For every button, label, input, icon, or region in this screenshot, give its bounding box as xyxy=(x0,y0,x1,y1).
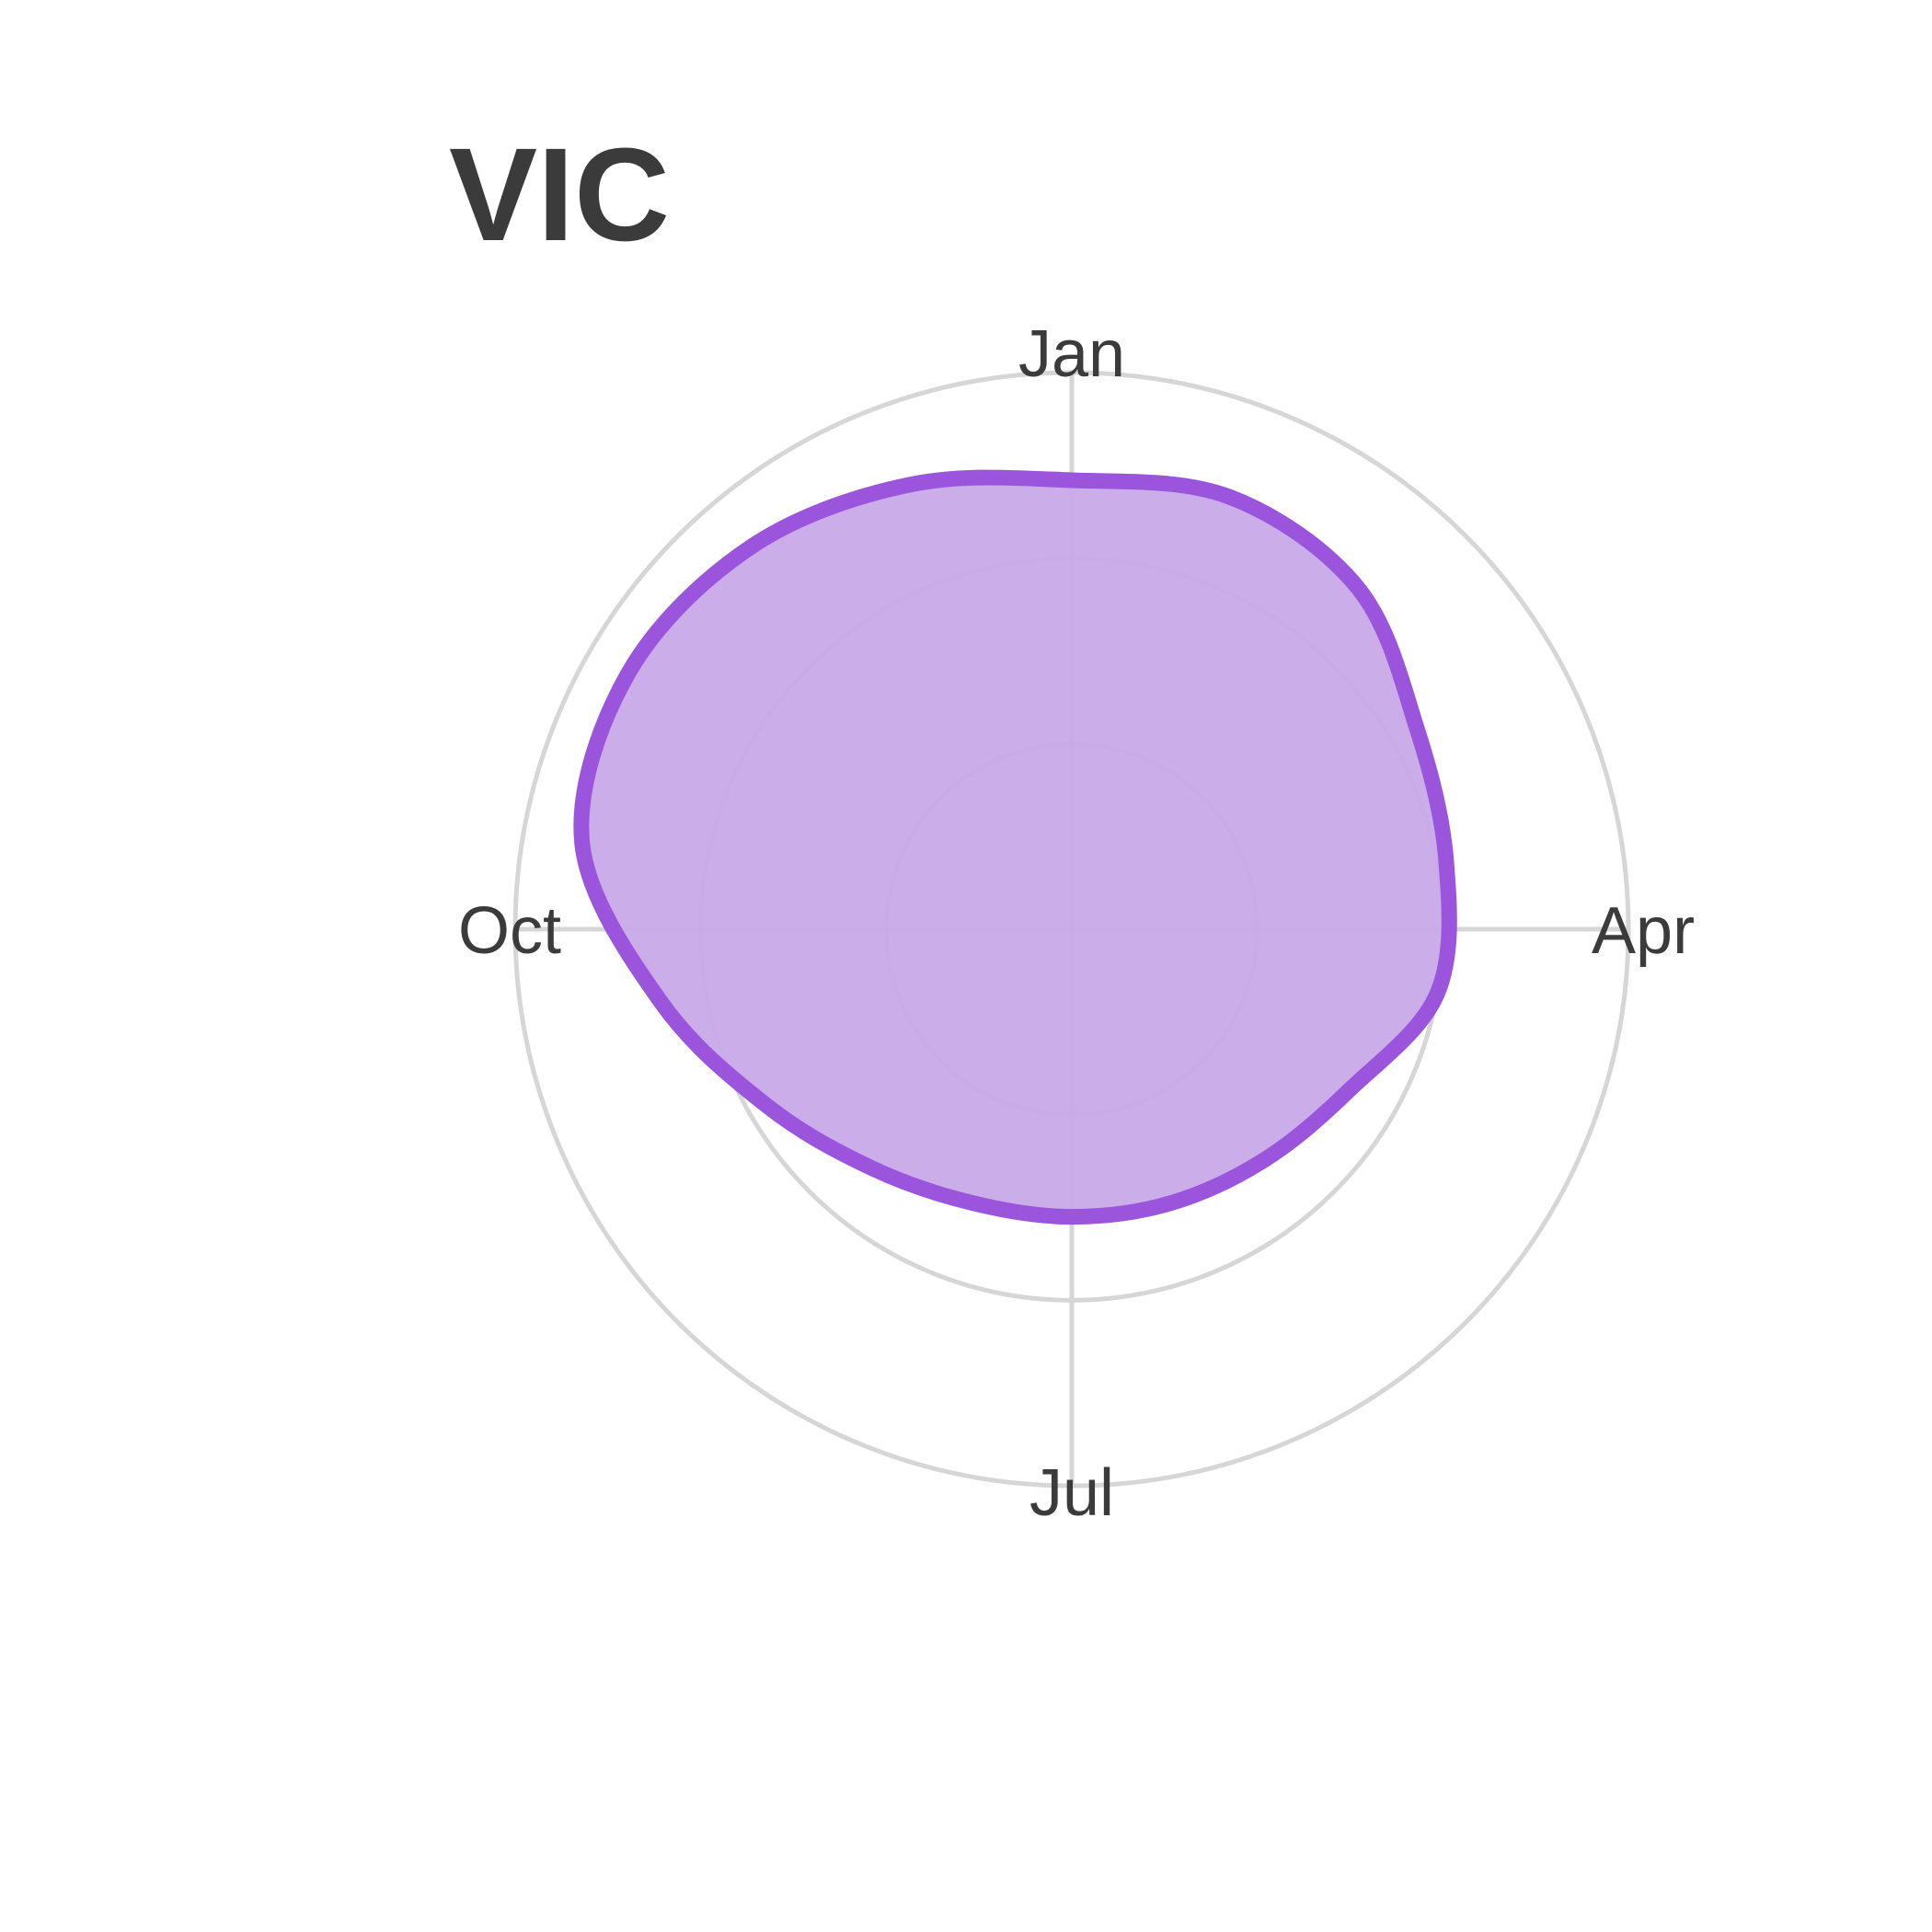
radar-chart: Jan Apr Jul Oct xyxy=(458,317,1695,1530)
axis-label-jan: Jan xyxy=(1018,317,1125,391)
axis-label-oct: Oct xyxy=(458,894,561,968)
axis-label-jul: Jul xyxy=(1029,1456,1114,1530)
series-area-0 xyxy=(573,469,1457,1225)
series-layer xyxy=(573,469,1457,1225)
chart-canvas: VIC Jan Apr Jul Oct xyxy=(0,0,1932,1932)
axis-label-apr: Apr xyxy=(1592,894,1695,968)
